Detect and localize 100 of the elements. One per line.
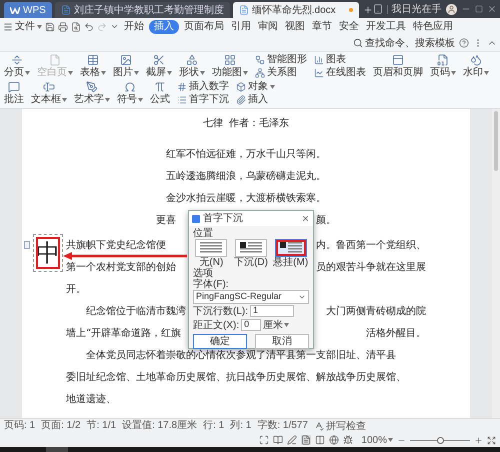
pi-icon [154,81,166,93]
bar-chart-icon [314,55,324,65]
spell-check-button[interactable]: 拼写检查 [314,419,366,433]
zoom-select[interactable]: 100% [361,432,393,448]
font-select[interactable]: PingFangSC-Regular [193,290,309,304]
body-text: 地道遗迹、 [66,392,116,406]
status-text: 列: 1 [230,419,252,433]
app-tab[interactable]: WPS [4,2,52,18]
caret-icon [62,98,67,102]
section-label: 选项 [193,268,213,279]
ok-button[interactable]: 确定 [193,334,247,349]
ribbon-button[interactable]: 图表 [314,54,366,66]
ribbon-tab[interactable]: 插入 [149,20,179,34]
body-text: 员的艰苦斗争就在这里展 [316,260,426,274]
dialog-title: 首字下沉 [203,213,243,224]
ribbon-button[interactable]: 公式 [150,81,170,106]
body-text: 纪念馆位于临清市魏湾 [86,304,186,318]
body-text: 第一个农村党支部的创始 [66,260,176,274]
drop-cap: 中 [36,240,60,266]
pen-icon [86,81,98,93]
cancel-button[interactable]: 取消 [255,334,309,349]
redo-icon [97,22,107,32]
field-label: 距正文(X): [193,318,240,332]
ribbon-button[interactable]: 分页 [4,54,30,79]
slider-thumb[interactable] [437,436,444,444]
ribbon-tab[interactable]: 审阅 [256,20,280,34]
text-box-icon [43,81,55,93]
ribbon-button[interactable]: 功能图 [212,54,248,79]
ribbon-button[interactable]: 文本框 [31,81,67,106]
hash-icon [177,82,187,92]
ribbon-button[interactable]: 页码 [430,54,456,79]
ribbon-tab[interactable]: 章节 [310,20,334,34]
field-label: 下沉行数(L): [193,304,248,318]
body-text: 开。 [66,282,86,296]
status-text: 节: 1/1 [86,419,116,433]
caret-icon [484,71,489,75]
caret-icon [200,71,205,75]
ribbon-button[interactable]: 插入数字 [177,81,229,93]
drop-cap-icon [240,242,262,254]
workflow-icon [255,55,265,65]
ribbon-button[interactable]: 关系图 [255,67,307,79]
file-menu[interactable]: 文件 [3,18,42,35]
document-tab[interactable]: 刘庄子镇中学教职工考勤管理制度 [54,2,230,18]
ribbon-tab[interactable]: 视图 [283,20,307,34]
status-text: 字数: 1/577 [257,419,308,433]
scrollbar[interactable] [492,109,500,418]
ribbon-button[interactable]: 对象 [236,81,275,93]
ribbon-button[interactable]: 批注 [4,81,24,106]
columns-icon [315,435,326,445]
ribbon-button[interactable]: 图片 [113,54,139,79]
dropdown-icon [298,293,306,301]
ribbon-button[interactable]: 符号 [117,81,143,106]
caret-icon [101,71,106,75]
ribbon-tab[interactable]: 安全 [337,20,361,34]
blank-page-icon [49,54,61,66]
menu-icon [3,22,13,32]
page-break-icon [11,54,23,66]
distance-field[interactable]: 0 [241,319,262,331]
ribbon-button[interactable]: 在线图表 [314,67,366,79]
document-icon [60,5,71,15]
ribbon-tab[interactable]: 页面布局 [182,20,226,34]
print-icon [58,22,68,32]
document-icon [238,5,249,15]
caret-icon [37,24,42,28]
comment-icon [8,81,20,93]
ribbon-tab[interactable]: 开始 [122,20,146,34]
new-tab-icon [362,5,373,15]
caret-icon [25,71,30,75]
ribbon-tab[interactable]: 特色应用 [411,20,455,34]
omega-icon [124,81,136,93]
paperclip-icon [236,95,246,105]
ribbon-button[interactable]: 插入 [236,94,275,106]
document-tab[interactable]: 缅怀革命先烈.docx [232,2,359,18]
lines-field[interactable]: 1 [250,305,294,317]
ribbon-button[interactable]: 智能图形 [255,54,307,66]
tablet-icon [372,4,383,14]
ribbon-button[interactable]: 艺术字 [74,81,110,106]
caret-icon [68,71,73,75]
ribbon-button[interactable]: 截屏 [146,54,172,79]
field-label: 字体(F): [193,279,230,290]
ribbon-button[interactable]: 首字下沉 [177,94,229,106]
search-command[interactable]: 查找命令、搜索模板 [353,36,455,50]
page-view-icon [301,435,312,445]
grid-icon [224,54,236,66]
ribbon-button[interactable]: 形状 [179,54,205,79]
preview-icon [71,22,81,32]
ribbon-button[interactable]: 水印 [463,54,489,79]
caret-icon [138,98,143,102]
maximize-icon [474,5,483,13]
ribbon-button[interactable]: 页眉和页脚 [373,54,423,79]
close-icon [486,4,497,14]
undo-icon [84,22,94,32]
status-text: 设置值: 17.8厘米 [122,419,198,433]
unit-select[interactable]: 厘米 [263,318,290,332]
ribbon-tab[interactable]: 引用 [229,20,253,34]
ribbon-tab[interactable]: 开发工具 [364,20,408,34]
fit-icon [487,436,496,444]
ribbon-button[interactable]: 表格 [80,54,106,79]
caret-icon [270,85,275,89]
image-icon [120,54,132,66]
